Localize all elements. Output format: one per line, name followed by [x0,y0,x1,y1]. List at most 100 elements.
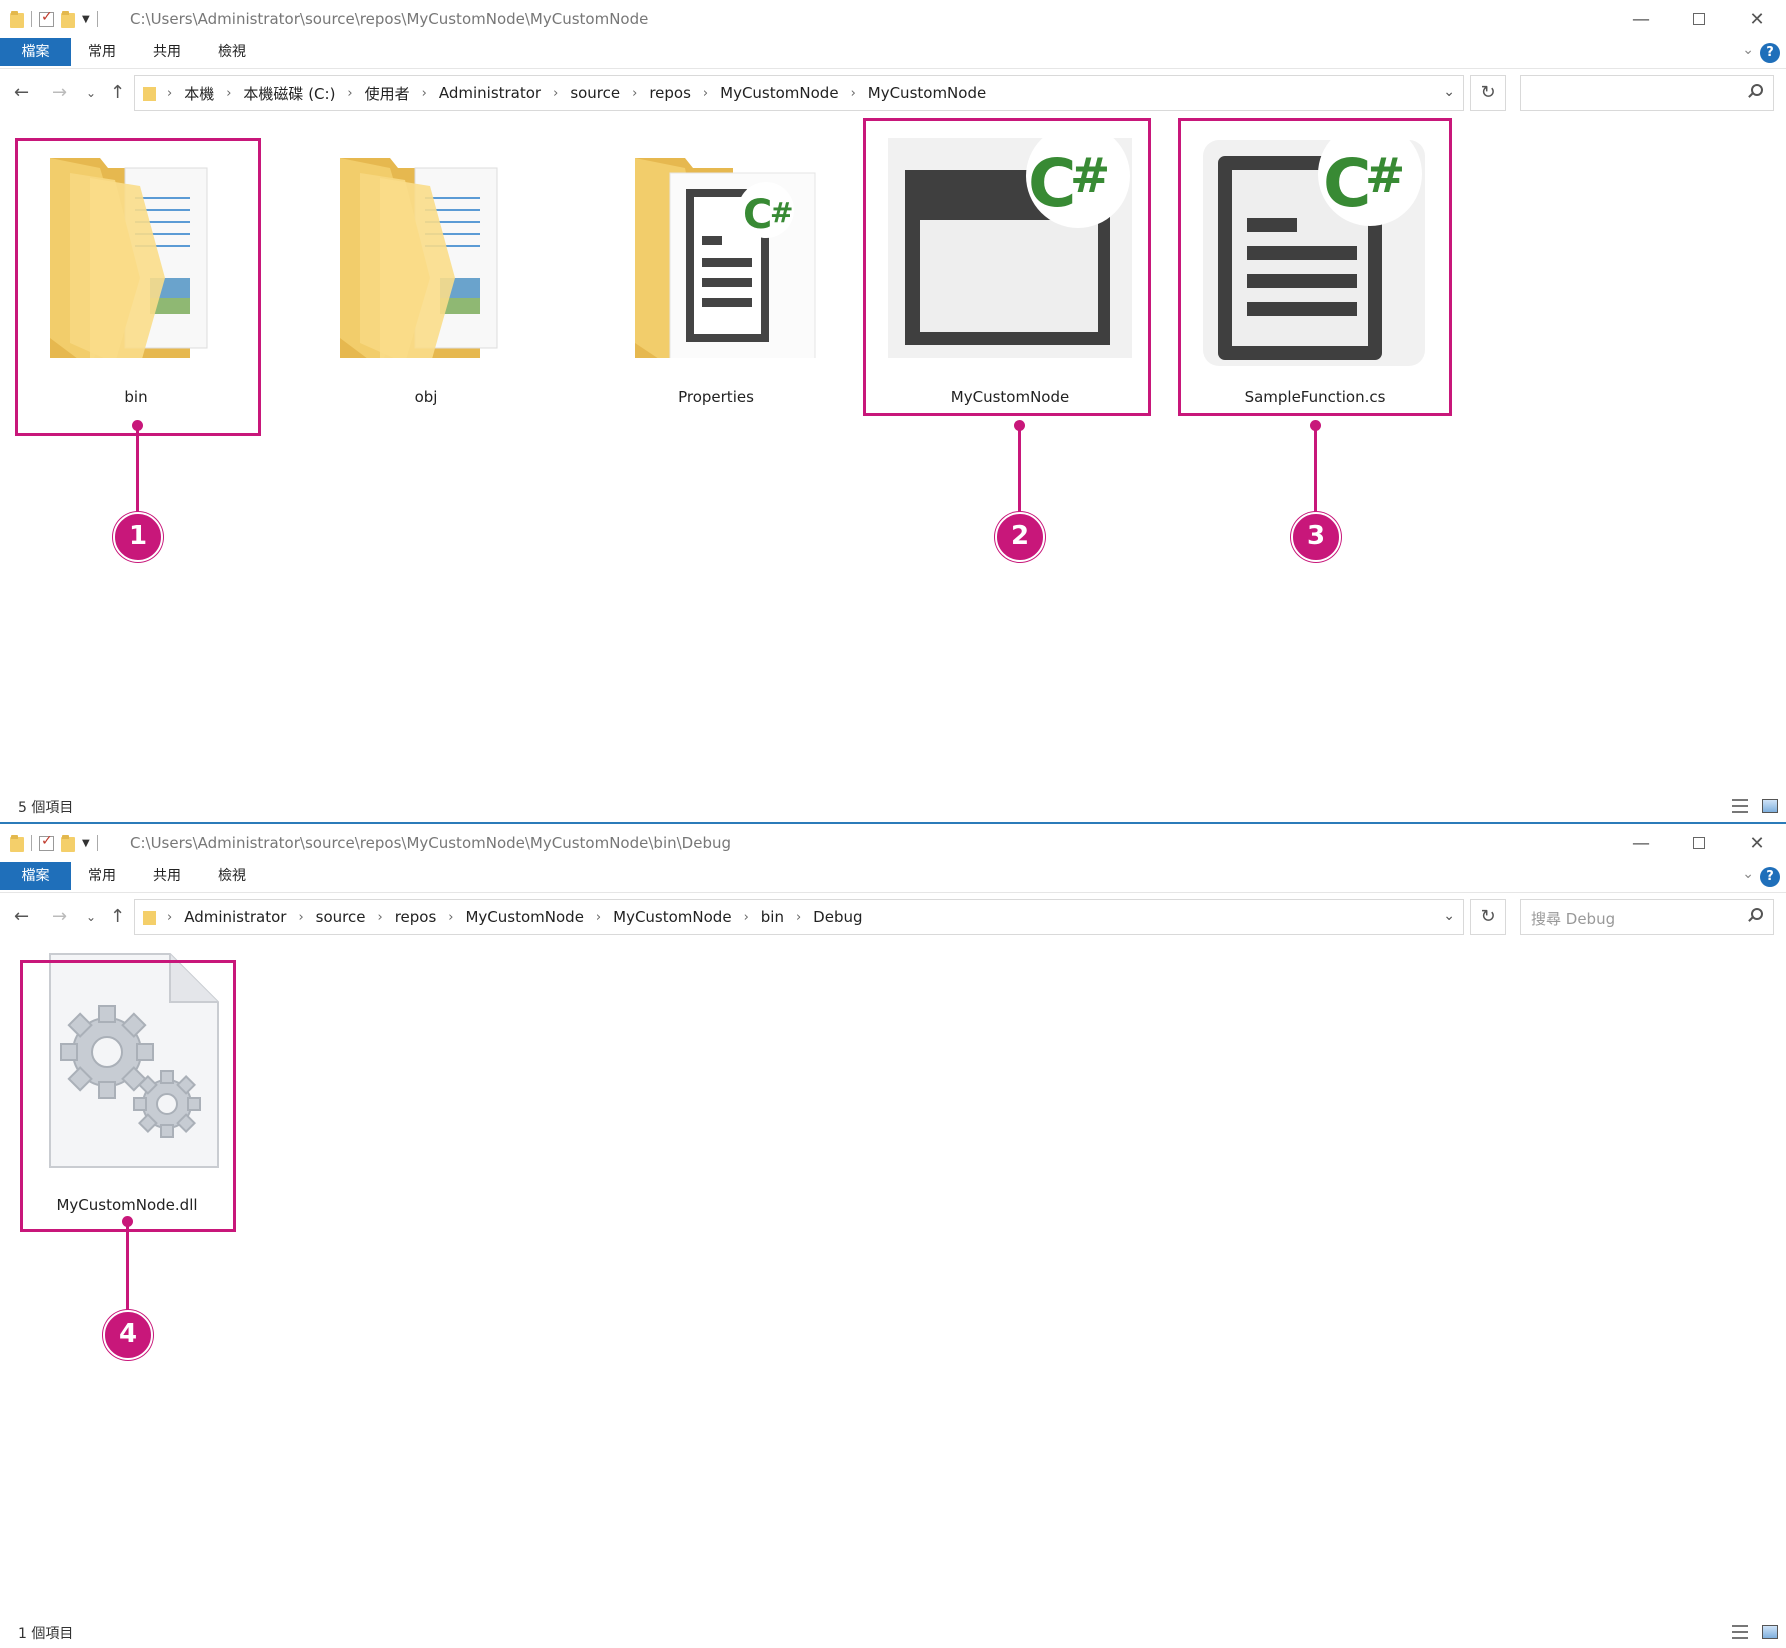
breadcrumb-project[interactable]: MyCustomNode [613,908,731,926]
back-button[interactable]: ← [14,82,29,103]
customize-toolbar-arrow-icon[interactable]: ▼ [82,14,90,25]
tab-file[interactable]: 檔案 [0,862,71,890]
search-icon [1751,84,1763,96]
callout-badge-4: 4 [103,1310,153,1360]
large-icons-view-icon[interactable] [1762,799,1778,813]
minimize-button[interactable]: — [1612,824,1670,862]
file-list: bin obj C # Properties C # MyCustomNode … [0,118,1786,788]
maximize-button[interactable] [1670,824,1728,862]
refresh-button[interactable]: ↻ [1470,75,1506,111]
tab-share[interactable]: 共用 [140,862,194,890]
folder-icon[interactable] [10,834,24,852]
chevron-right-icon[interactable]: › [298,910,303,925]
details-view-icon[interactable] [1732,1625,1748,1639]
folder-icon [340,158,498,358]
breadcrumb-administrator[interactable]: Administrator [439,84,541,102]
address-dropdown-icon[interactable]: ⌄ [1443,84,1455,100]
status-bar: 1 個項目 [0,1618,1786,1648]
minimize-button[interactable]: — [1612,0,1670,38]
back-button[interactable]: ← [14,906,29,927]
properties-check-icon[interactable] [39,833,54,851]
large-icons-view-icon[interactable] [1762,1625,1778,1639]
customize-toolbar-arrow-icon[interactable]: ▼ [82,838,90,849]
close-icon: ✕ [1749,832,1765,854]
chevron-right-icon[interactable]: › [226,86,231,101]
breadcrumb-solution[interactable]: MyCustomNode [465,908,583,926]
chevron-right-icon[interactable]: › [553,86,558,101]
callout-badge-1: 1 [113,512,163,562]
ribbon-tabs: 檔案 常用 共用 檢視 ⌄ ? [0,38,1786,69]
toolbar-separator [31,11,32,27]
address-bar[interactable]: › Administrator › source › repos › MyCus… [134,899,1464,935]
recent-locations-dropdown[interactable]: ⌄ [86,910,96,924]
tab-view[interactable]: 檢視 [205,862,259,890]
forward-button[interactable]: → [52,906,67,927]
search-input[interactable] [1520,75,1774,111]
callout-leader-line [1018,424,1021,524]
up-button[interactable]: ↑ [110,906,125,927]
expand-ribbon-icon[interactable]: ⌄ [1742,866,1754,882]
window-title-path: C:\Users\Administrator\source\repos\MyCu… [130,10,649,28]
chevron-right-icon[interactable]: › [377,910,382,925]
close-button[interactable]: ✕ [1728,0,1786,38]
new-folder-icon[interactable] [61,10,75,28]
folder-icon [143,909,157,925]
search-placeholder: 搜尋 Debug [1531,910,1616,928]
breadcrumb-solution[interactable]: MyCustomNode [720,84,838,102]
breadcrumb-local-disk[interactable]: 本機磁碟 (C:) [243,83,335,104]
new-folder-icon[interactable] [61,834,75,852]
help-icon[interactable]: ? [1760,867,1780,887]
list-item[interactable]: C # Properties [590,118,842,418]
chevron-right-icon[interactable]: › [596,910,601,925]
breadcrumb-project[interactable]: MyCustomNode [868,84,986,102]
maximize-button[interactable] [1670,0,1728,38]
forward-button[interactable]: → [52,82,67,103]
breadcrumb-repos[interactable]: repos [649,84,691,102]
chevron-right-icon[interactable]: › [744,910,749,925]
chevron-right-icon[interactable]: › [422,86,427,101]
minimize-icon: — [1632,832,1650,854]
chevron-right-icon[interactable]: › [703,86,708,101]
details-view-icon[interactable] [1732,799,1748,813]
item-count: 1 個項目 [18,1626,74,1642]
refresh-button[interactable]: ↻ [1470,899,1506,935]
close-button[interactable]: ✕ [1728,824,1786,862]
up-button[interactable]: ↑ [110,82,125,103]
folder-icon[interactable] [10,10,24,28]
search-icon [1751,908,1763,920]
chevron-right-icon[interactable]: › [167,910,172,925]
properties-check-icon[interactable] [39,9,54,27]
breadcrumb-users[interactable]: 使用者 [365,83,410,104]
tab-file[interactable]: 檔案 [0,38,71,66]
recent-locations-dropdown[interactable]: ⌄ [86,86,96,100]
breadcrumb-debug[interactable]: Debug [813,908,862,926]
breadcrumb-source[interactable]: source [316,908,366,926]
breadcrumb-administrator[interactable]: Administrator [184,908,286,926]
breadcrumb-repos[interactable]: repos [395,908,437,926]
address-dropdown-icon[interactable]: ⌄ [1443,908,1455,924]
address-bar[interactable]: › 本機 › 本機磁碟 (C:) › 使用者 › Administrator ›… [134,75,1464,111]
tab-home[interactable]: 常用 [75,862,129,890]
status-bar: 5 個項目 [0,792,1786,822]
chevron-right-icon[interactable]: › [796,910,801,925]
breadcrumb-bin[interactable]: bin [761,908,784,926]
callout-highlight-box [15,138,261,436]
chevron-right-icon[interactable]: › [167,86,172,101]
chevron-right-icon[interactable]: › [851,86,856,101]
chevron-right-icon[interactable]: › [632,86,637,101]
item-count: 5 個項目 [18,800,74,816]
breadcrumb-source[interactable]: source [570,84,620,102]
chevron-right-icon[interactable]: › [347,86,352,101]
breadcrumb-this-pc[interactable]: 本機 [184,83,214,104]
search-input[interactable]: 搜尋 Debug [1520,899,1774,935]
help-icon[interactable]: ? [1760,43,1780,63]
tab-share[interactable]: 共用 [140,38,194,66]
breadcrumb: › Administrator › source › repos › MyCus… [143,900,863,934]
expand-ribbon-icon[interactable]: ⌄ [1742,42,1754,58]
toolbar-separator [96,835,98,851]
tab-view[interactable]: 檢視 [205,38,259,66]
tab-home[interactable]: 常用 [75,38,129,66]
breadcrumb: › 本機 › 本機磁碟 (C:) › 使用者 › Administrator ›… [143,76,986,110]
list-item[interactable]: obj [300,118,552,418]
chevron-right-icon[interactable]: › [448,910,453,925]
